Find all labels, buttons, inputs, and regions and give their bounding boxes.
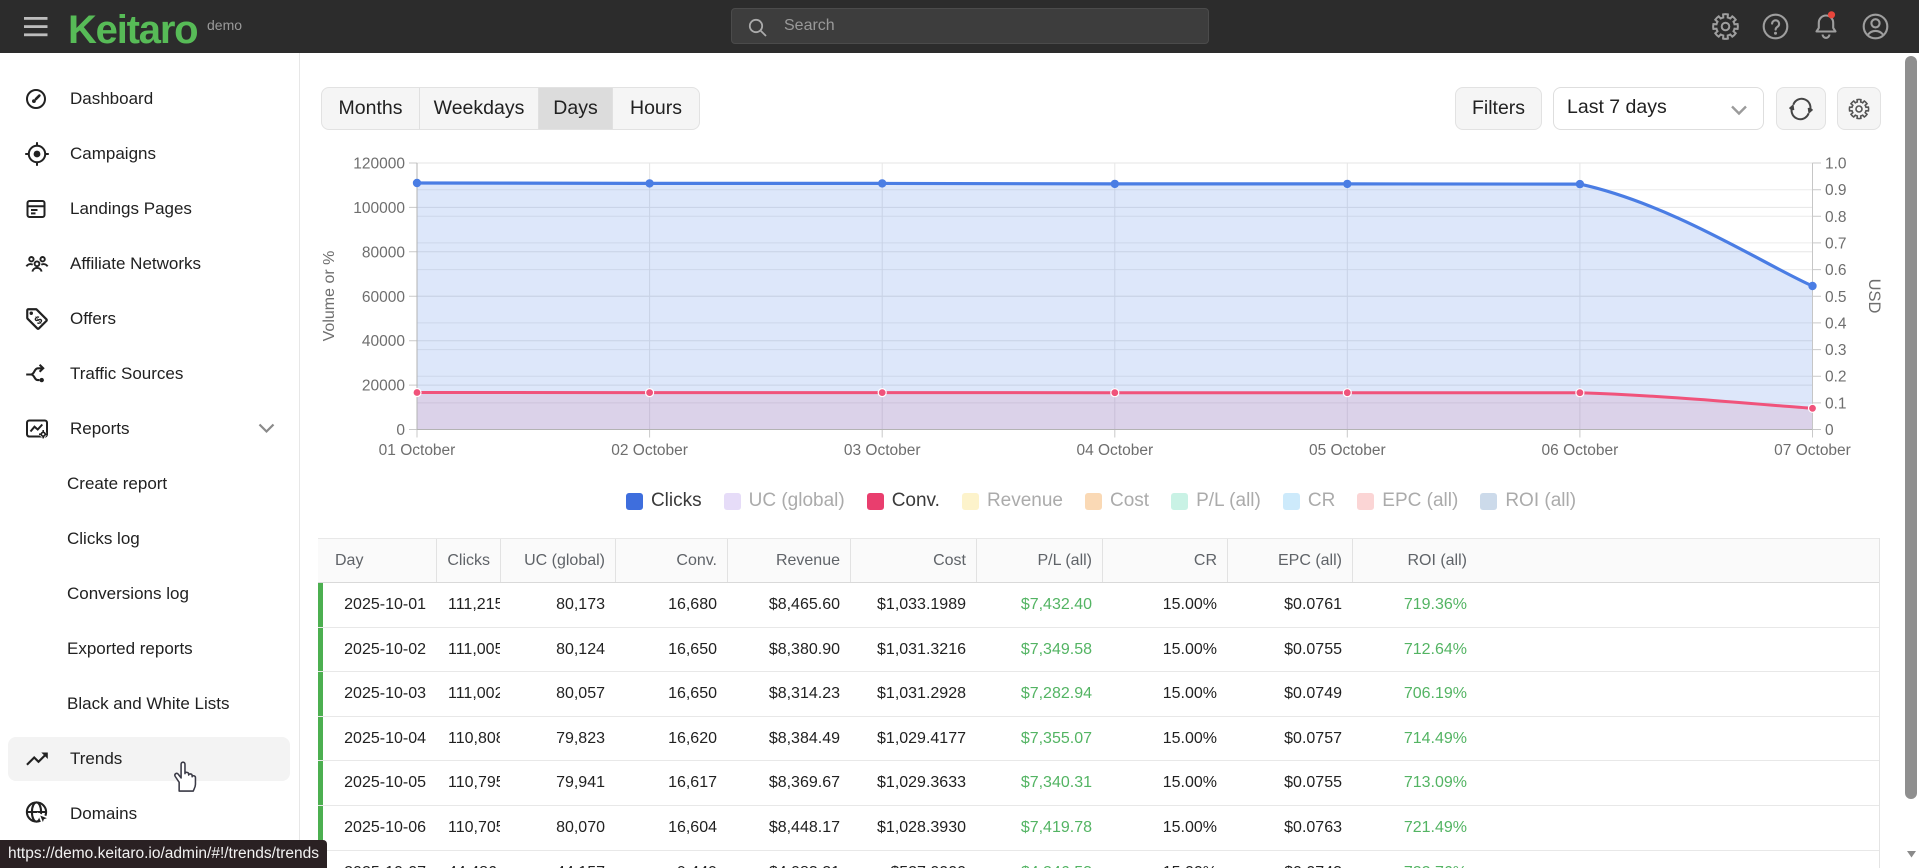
svg-text:60000: 60000	[362, 289, 405, 306]
svg-text:0.6: 0.6	[1825, 262, 1847, 279]
svg-text:100000: 100000	[353, 200, 405, 217]
svg-text:120000: 120000	[353, 156, 405, 173]
svg-text:0.1: 0.1	[1825, 395, 1847, 412]
svg-text:1.0: 1.0	[1825, 156, 1847, 173]
svg-text:0.9: 0.9	[1825, 182, 1847, 199]
svg-text:0: 0	[1825, 422, 1834, 439]
svg-text:0.5: 0.5	[1825, 289, 1847, 306]
svg-text:02 October: 02 October	[611, 442, 688, 459]
svg-text:07 October: 07 October	[1774, 442, 1851, 459]
svg-text:0.8: 0.8	[1825, 209, 1847, 226]
svg-text:04 October: 04 October	[1076, 442, 1153, 459]
svg-text:01 October: 01 October	[379, 442, 456, 459]
svg-text:0.7: 0.7	[1825, 235, 1847, 252]
svg-text:0: 0	[396, 422, 405, 439]
svg-text:USD: USD	[1865, 279, 1883, 314]
svg-text:03 October: 03 October	[844, 442, 921, 459]
svg-text:06 October: 06 October	[1542, 442, 1619, 459]
svg-text:05 October: 05 October	[1309, 442, 1386, 459]
svg-text:80000: 80000	[362, 244, 405, 261]
svg-text:40000: 40000	[362, 333, 405, 350]
svg-text:0.2: 0.2	[1825, 369, 1847, 386]
svg-text:0.3: 0.3	[1825, 342, 1847, 359]
svg-text:Volume or %: Volume or %	[321, 251, 338, 342]
svg-text:0.4: 0.4	[1825, 315, 1847, 332]
svg-text:20000: 20000	[362, 378, 405, 395]
